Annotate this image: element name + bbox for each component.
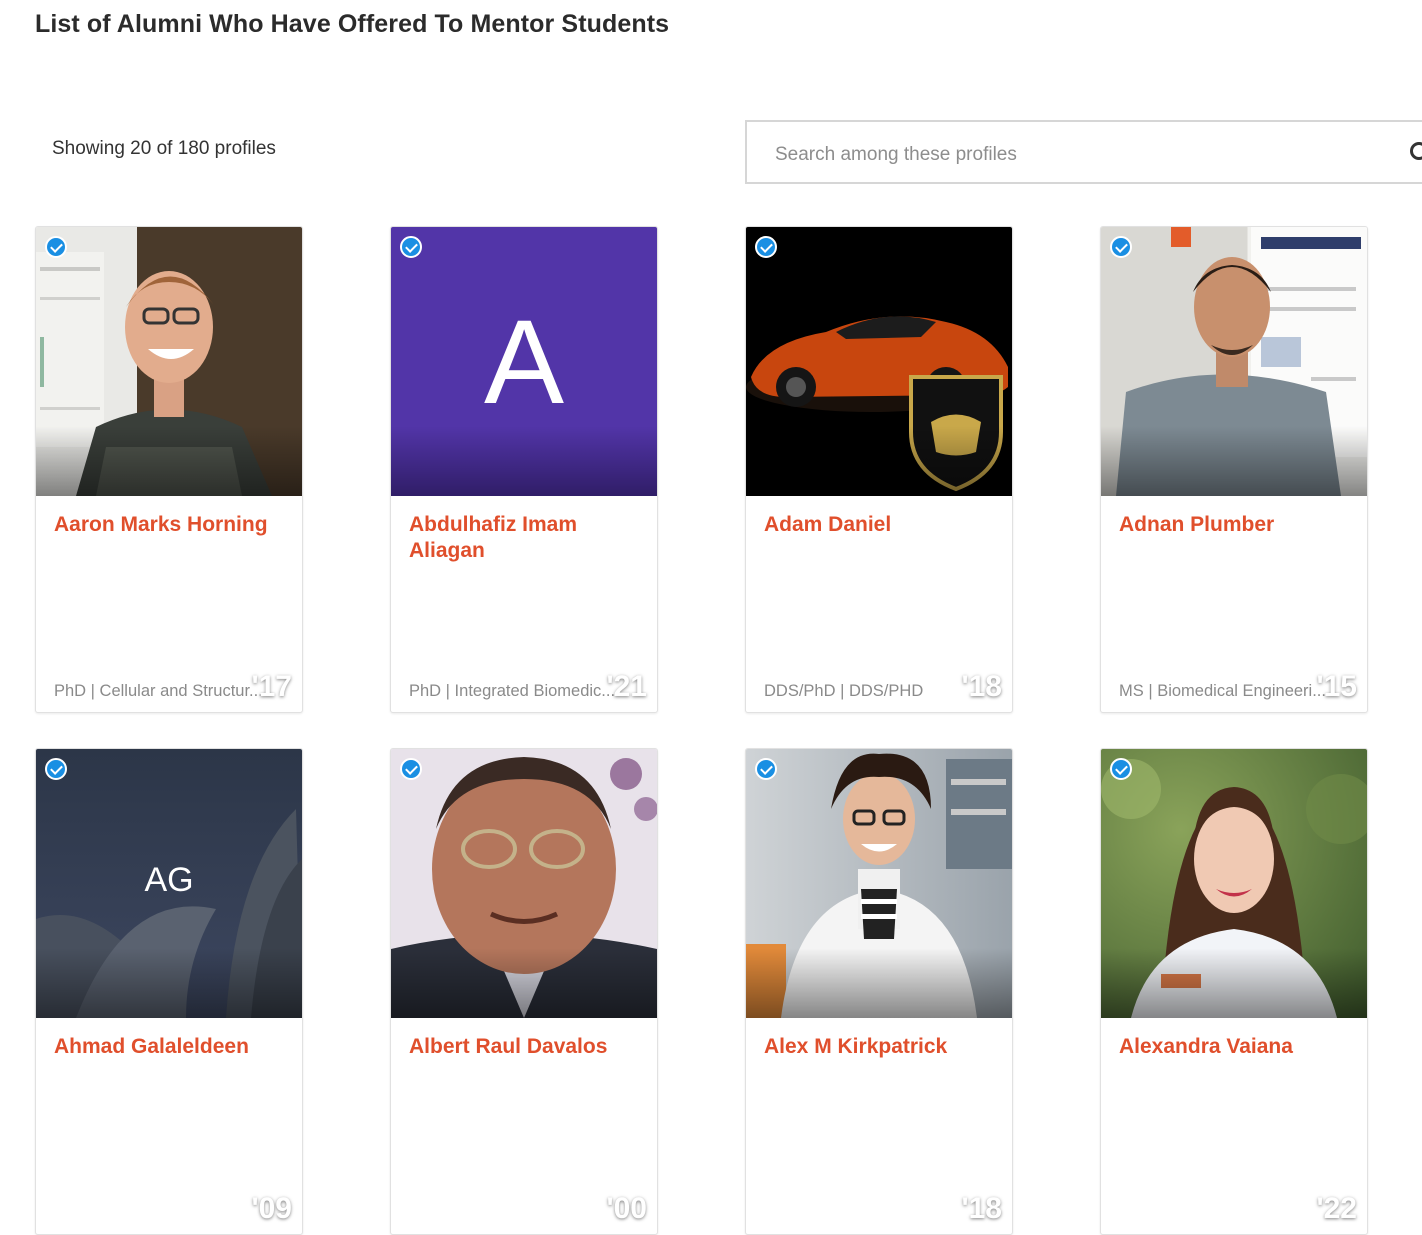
verified-icon (45, 758, 67, 780)
profile-photo[interactable] (1101, 227, 1367, 496)
profile-card[interactable]: '00 Albert Raul Davalos (390, 748, 658, 1235)
profile-card[interactable]: '18 Adam Daniel DDS/PhD | DDS/PHD (745, 226, 1013, 713)
graduation-year: '22 (1316, 1192, 1357, 1225)
verified-icon (45, 236, 67, 258)
search-icon[interactable] (1410, 142, 1422, 160)
profile-name[interactable]: Albert Raul Davalos (409, 1034, 644, 1060)
page-title: List of Alumni Who Have Offered To Mento… (35, 10, 670, 38)
profile-photo[interactable] (391, 749, 657, 1018)
verified-icon (1110, 236, 1132, 258)
profile-name[interactable]: Adnan Plumber (1119, 512, 1354, 538)
graduation-year: '18 (961, 670, 1002, 703)
profile-photo[interactable] (1101, 749, 1367, 1018)
profile-photo[interactable]: AG (36, 749, 302, 1018)
profile-name[interactable]: Abdulhafiz Imam Aliagan (409, 512, 644, 564)
graduation-year: '00 (606, 1192, 647, 1225)
graduation-year: '15 (1316, 670, 1357, 703)
profile-photo[interactable]: A (391, 227, 657, 496)
graduation-year: '18 (961, 1192, 1002, 1225)
profile-name[interactable]: Ahmad Galaleldeen (54, 1034, 289, 1060)
profile-card[interactable]: '17 Aaron Marks Horning PhD | Cellular a… (35, 226, 303, 713)
profile-name[interactable]: Alex M Kirkpatrick (764, 1034, 999, 1060)
profile-card[interactable]: '18 Alex M Kirkpatrick (745, 748, 1013, 1235)
profile-card[interactable]: '22 Alexandra Vaiana (1100, 748, 1368, 1235)
verified-icon (400, 236, 422, 258)
graduation-year: '09 (251, 1192, 292, 1225)
results-count: Showing 20 of 180 profiles (52, 138, 276, 159)
profile-photo[interactable] (36, 227, 302, 496)
profile-name[interactable]: Adam Daniel (764, 512, 999, 538)
profile-card[interactable]: '15 Adnan Plumber MS | Biomedical Engine… (1100, 226, 1368, 713)
search-input[interactable] (773, 140, 1377, 170)
verified-icon (400, 758, 422, 780)
search-box[interactable] (745, 120, 1422, 184)
graduation-year: '21 (606, 670, 647, 703)
graduation-year: '17 (251, 670, 292, 703)
profile-name[interactable]: Alexandra Vaiana (1119, 1034, 1354, 1060)
profile-name[interactable]: Aaron Marks Horning (54, 512, 289, 538)
verified-icon (755, 236, 777, 258)
profile-photo[interactable] (746, 749, 1012, 1018)
profile-card[interactable]: A '21 Abdulhafiz Imam Aliagan PhD | Inte… (390, 226, 658, 713)
profile-card[interactable]: AG '09 Ahmad Galaleldeen (35, 748, 303, 1235)
verified-icon (755, 758, 777, 780)
profile-photo[interactable] (746, 227, 1012, 496)
verified-icon (1110, 758, 1132, 780)
